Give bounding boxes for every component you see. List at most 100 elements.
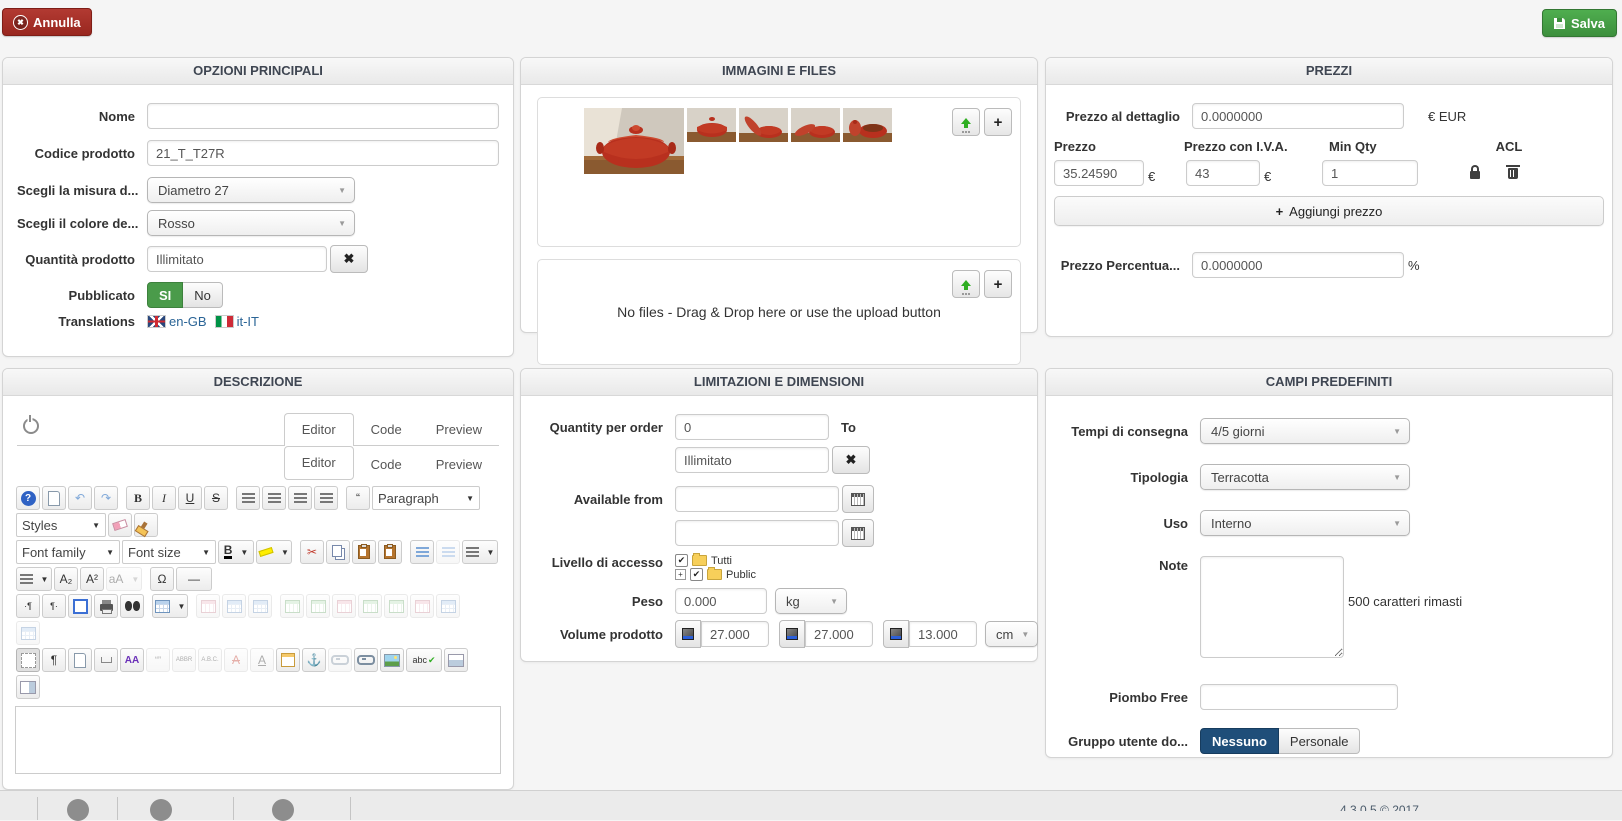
misura-select[interactable]: Diametro 27 ▼ (147, 177, 355, 203)
access-tutti-checkbox[interactable]: ✔ (675, 554, 688, 567)
delete-row-icon[interactable] (332, 594, 356, 618)
nome-input[interactable] (147, 103, 499, 129)
new-document-icon[interactable] (42, 486, 66, 510)
cancel-button[interactable]: ✖ Annulla (2, 8, 92, 36)
editor-content-area[interactable] (15, 706, 501, 774)
insert-row-before-icon[interactable] (280, 594, 304, 618)
tab-preview[interactable]: Preview (419, 449, 499, 480)
translation-en-gb-link[interactable]: en-GB (169, 314, 207, 329)
peso-input[interactable] (675, 588, 767, 614)
styles-select[interactable]: Styles ▼ (16, 513, 106, 537)
add-file-button[interactable]: + (984, 270, 1012, 298)
font-size-select[interactable]: Font size ▼ (122, 540, 216, 564)
calendar-button[interactable] (842, 519, 874, 547)
editor-xtd-button[interactable] (272, 799, 294, 821)
show-blocks-button[interactable]: ¶ (42, 648, 66, 672)
highlight-color-button[interactable]: ▼ (256, 540, 292, 564)
tab-editor[interactable]: Editor (284, 446, 354, 480)
prezzo-input[interactable] (1054, 160, 1144, 186)
gruppo-nessuno-button[interactable]: Nessuno (1200, 728, 1279, 754)
special-character-button[interactable]: Ω (150, 567, 174, 591)
paste-as-text-icon[interactable] (378, 540, 402, 564)
merge-cells-icon[interactable] (16, 621, 40, 645)
insert-attributes-button[interactable] (276, 648, 300, 672)
redo-icon[interactable]: ↷ (94, 486, 118, 510)
acl-lock-icon[interactable] (1470, 171, 1480, 179)
dimension-x-input[interactable] (701, 621, 769, 647)
images-dropzone[interactable]: + (537, 97, 1021, 247)
insert-table-button[interactable]: ▼ (152, 594, 188, 618)
min-qty-input[interactable] (1322, 160, 1418, 186)
dimension-y-input[interactable] (805, 621, 873, 647)
quantity-min-input[interactable] (675, 414, 829, 440)
fullscreen-button[interactable] (68, 594, 92, 618)
calendar-button[interactable] (842, 485, 874, 513)
paragraph-format-select[interactable]: Paragraph ▼ (372, 486, 480, 510)
find-replace-button[interactable] (120, 594, 144, 618)
volume-unit-select[interactable]: cm ▼ (985, 621, 1038, 647)
available-until-input[interactable] (675, 520, 839, 546)
prezzo-percentuale-input[interactable] (1192, 252, 1404, 278)
insert-column-before-icon[interactable] (358, 594, 382, 618)
product-image-thumbnail[interactable] (739, 108, 788, 142)
cleanup-icon[interactable] (134, 513, 158, 537)
quantita-input[interactable] (147, 246, 327, 272)
prezzo-iva-input[interactable] (1186, 160, 1260, 186)
dimension-z-input[interactable] (909, 621, 977, 647)
blockquote-button[interactable]: “ (346, 486, 370, 510)
subscript-button[interactable]: A₂ (54, 567, 78, 591)
uso-select[interactable]: Interno ▼ (1200, 510, 1410, 536)
toggle-editor-power-icon[interactable] (23, 418, 39, 434)
acronym-button[interactable]: A.B.C. (198, 648, 222, 672)
table-cell-properties-icon[interactable] (248, 594, 272, 618)
preview-page-button[interactable] (68, 648, 92, 672)
print-button[interactable] (94, 594, 118, 618)
quantity-max-input[interactable] (675, 447, 829, 473)
ltr-paragraph-button[interactable]: ·¶ (16, 594, 40, 618)
quantita-clear-button[interactable]: ✖ (330, 245, 368, 273)
abbreviation-button[interactable]: ABBR (172, 648, 196, 672)
undo-icon[interactable]: ↶ (68, 486, 92, 510)
product-image-thumbnail[interactable] (584, 108, 684, 174)
link-button[interactable] (354, 648, 378, 672)
insertion-button[interactable]: A (250, 648, 274, 672)
remove-format-icon[interactable] (108, 513, 132, 537)
align-center-button[interactable] (262, 486, 286, 510)
strikethrough-button[interactable]: S (204, 486, 228, 510)
align-left-button[interactable] (288, 486, 312, 510)
table-row-properties-icon[interactable] (222, 594, 246, 618)
anchor-button[interactable]: ⚓ (302, 648, 326, 672)
spellcheck-button[interactable]: abc✔ (406, 648, 442, 672)
nonbreaking-space-button[interactable] (94, 648, 118, 672)
tab-editor[interactable]: Editor (284, 413, 354, 446)
underline-button[interactable]: U (178, 486, 202, 510)
translation-it-it-link[interactable]: it-IT (237, 314, 259, 329)
superscript-button[interactable]: A² (80, 567, 104, 591)
tab-preview[interactable]: Preview (419, 414, 499, 445)
tree-expander-icon[interactable]: + (675, 569, 686, 580)
italic-button[interactable]: I (152, 486, 176, 510)
split-merge-cells-icon[interactable] (436, 594, 460, 618)
tempi-consegna-select[interactable]: 4/5 giorni ▼ (1200, 418, 1410, 444)
add-image-button[interactable]: + (984, 108, 1012, 136)
editor-xtd-button[interactable] (67, 799, 89, 821)
visual-aid-button[interactable] (16, 648, 40, 672)
quotes-button[interactable]: “” (146, 648, 170, 672)
layer-button[interactable] (444, 648, 468, 672)
tab-code[interactable]: Code (354, 449, 419, 480)
gruppo-personale-button[interactable]: Personale (1279, 728, 1361, 754)
help-icon[interactable]: ? (16, 486, 40, 510)
bullet-list-button[interactable]: ▼ (16, 567, 52, 591)
font-family-select[interactable]: Font family ▼ (16, 540, 120, 564)
peso-unit-select[interactable]: kg ▼ (775, 588, 847, 614)
upload-file-button[interactable] (952, 270, 980, 298)
numbered-list-button[interactable]: ▼ (462, 540, 498, 564)
access-public-checkbox[interactable]: ✔ (690, 568, 703, 581)
outdent-icon[interactable] (436, 540, 460, 564)
align-right-button[interactable] (314, 486, 338, 510)
note-textarea[interactable] (1200, 556, 1344, 658)
delete-price-icon[interactable] (1508, 168, 1518, 179)
pubblicato-yes-button[interactable]: SI (147, 282, 183, 308)
colore-select[interactable]: Rosso ▼ (147, 210, 355, 236)
product-image-thumbnail[interactable] (843, 108, 892, 142)
